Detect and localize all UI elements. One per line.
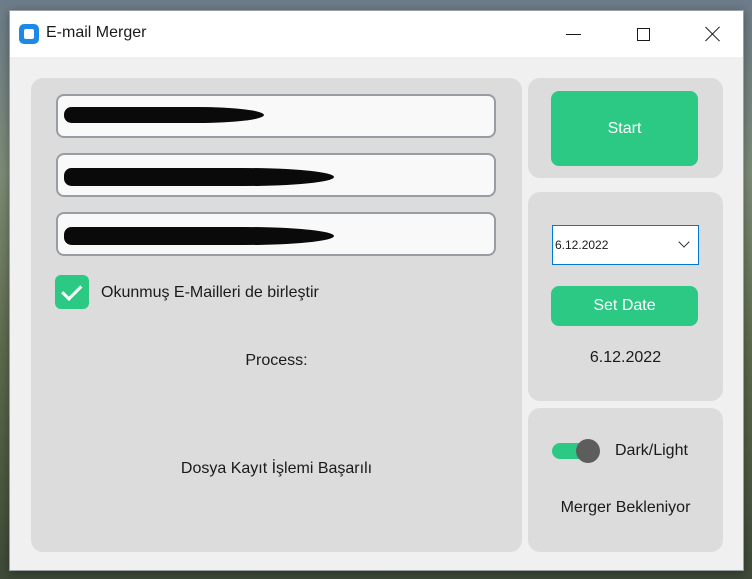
window-title: E-mail Merger — [46, 24, 147, 41]
minimize-button[interactable] — [550, 11, 596, 57]
start-button[interactable]: Start — [551, 91, 698, 166]
date-select-value: 6.12.2022 — [555, 238, 609, 252]
selected-date-display: 6.12.2022 — [589, 349, 662, 366]
start-panel: Start — [528, 78, 723, 178]
dark-light-switch[interactable] — [552, 439, 600, 463]
checkmark-icon — [60, 279, 82, 301]
dark-light-label: Dark/Light — [615, 442, 688, 459]
set-date-button[interactable]: Set Date — [551, 286, 698, 326]
process-label: Process: — [245, 352, 308, 369]
maximize-button[interactable] — [620, 11, 666, 57]
redaction-mark — [64, 227, 334, 245]
merge-read-checkbox[interactable] — [55, 275, 89, 309]
email-field-2[interactable] — [56, 153, 496, 197]
close-icon — [705, 26, 721, 42]
app-icon — [19, 24, 39, 44]
merge-read-label[interactable]: Okunmuş E-Mailleri de birleştir — [101, 284, 319, 302]
redaction-mark — [64, 107, 264, 123]
app-window: E-mail Merger Okunmuş E-Mailleri de birl… — [9, 10, 744, 571]
email-field-1[interactable] — [56, 94, 496, 138]
redaction-mark — [64, 168, 334, 186]
status-message: Dosya Kayıt İşlemi Başarılı — [180, 460, 373, 477]
title-bar[interactable]: E-mail Merger — [10, 11, 743, 57]
switch-knob[interactable] — [576, 439, 600, 463]
merger-status: Merger Bekleniyor — [560, 499, 691, 516]
close-button[interactable] — [690, 11, 736, 57]
main-panel: Okunmuş E-Mailleri de birleştir Process:… — [31, 78, 522, 552]
minimize-icon — [565, 33, 581, 35]
maximize-icon — [636, 27, 650, 41]
chevron-down-icon — [678, 236, 690, 248]
date-select[interactable]: 6.12.2022 — [552, 225, 699, 265]
date-panel: 6.12.2022 Set Date 6.12.2022 — [528, 192, 723, 401]
mode-panel: Dark/Light Merger Bekleniyor — [528, 408, 723, 552]
email-field-3[interactable] — [56, 212, 496, 256]
